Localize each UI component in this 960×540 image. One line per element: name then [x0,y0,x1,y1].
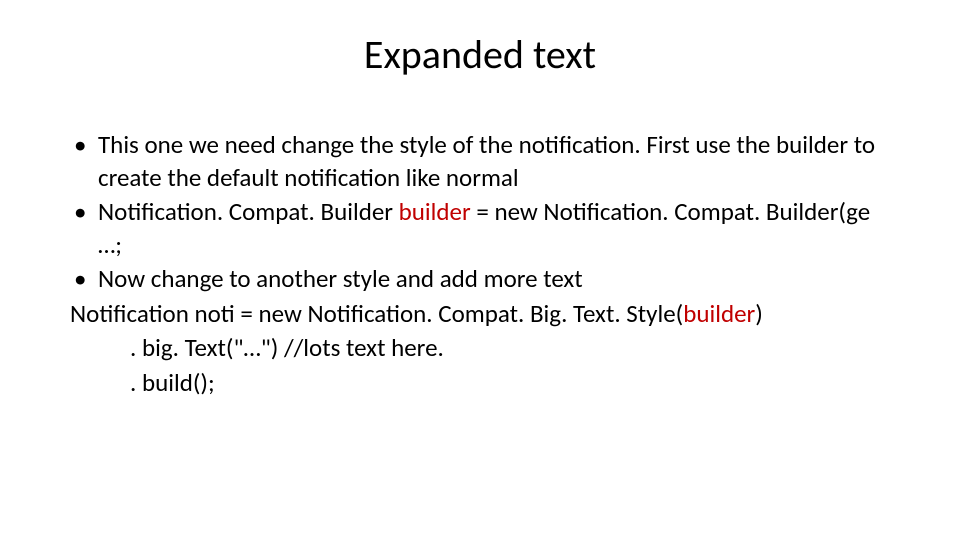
slide-content: • This one we need change the style of t… [70,129,890,399]
bullet-text-2: Notification. Compat. Builder builder = … [98,196,890,261]
code-line-2: . big. Text("…") //lots text here. [130,332,890,365]
slide: Expanded text • This one we need change … [0,0,960,540]
code-fragment: Notification noti = new Notification. Co… [70,298,683,329]
code-line-1: Notification noti = new Notification. Co… [70,298,890,331]
code-fragment: Notification. Compat. Builder [98,196,399,227]
slide-title: Expanded text [70,30,890,79]
bullet-marker-icon: • [70,196,98,261]
bullet-marker-icon: • [70,263,98,296]
bullet-marker-icon: • [70,129,98,194]
bullet-item-3: • Now change to another style and add mo… [70,263,890,296]
variable-builder: builder [399,196,471,227]
bullet-text-3: Now change to another style and add more… [98,263,890,296]
bullet-item-2: • Notification. Compat. Builder builder … [70,196,890,261]
variable-builder: builder [683,298,755,329]
code-fragment: ) [755,298,763,329]
bullet-item-1: • This one we need change the style of t… [70,129,890,194]
bullet-text-1: This one we need change the style of the… [98,129,890,194]
code-line-3: . build(); [130,367,890,400]
